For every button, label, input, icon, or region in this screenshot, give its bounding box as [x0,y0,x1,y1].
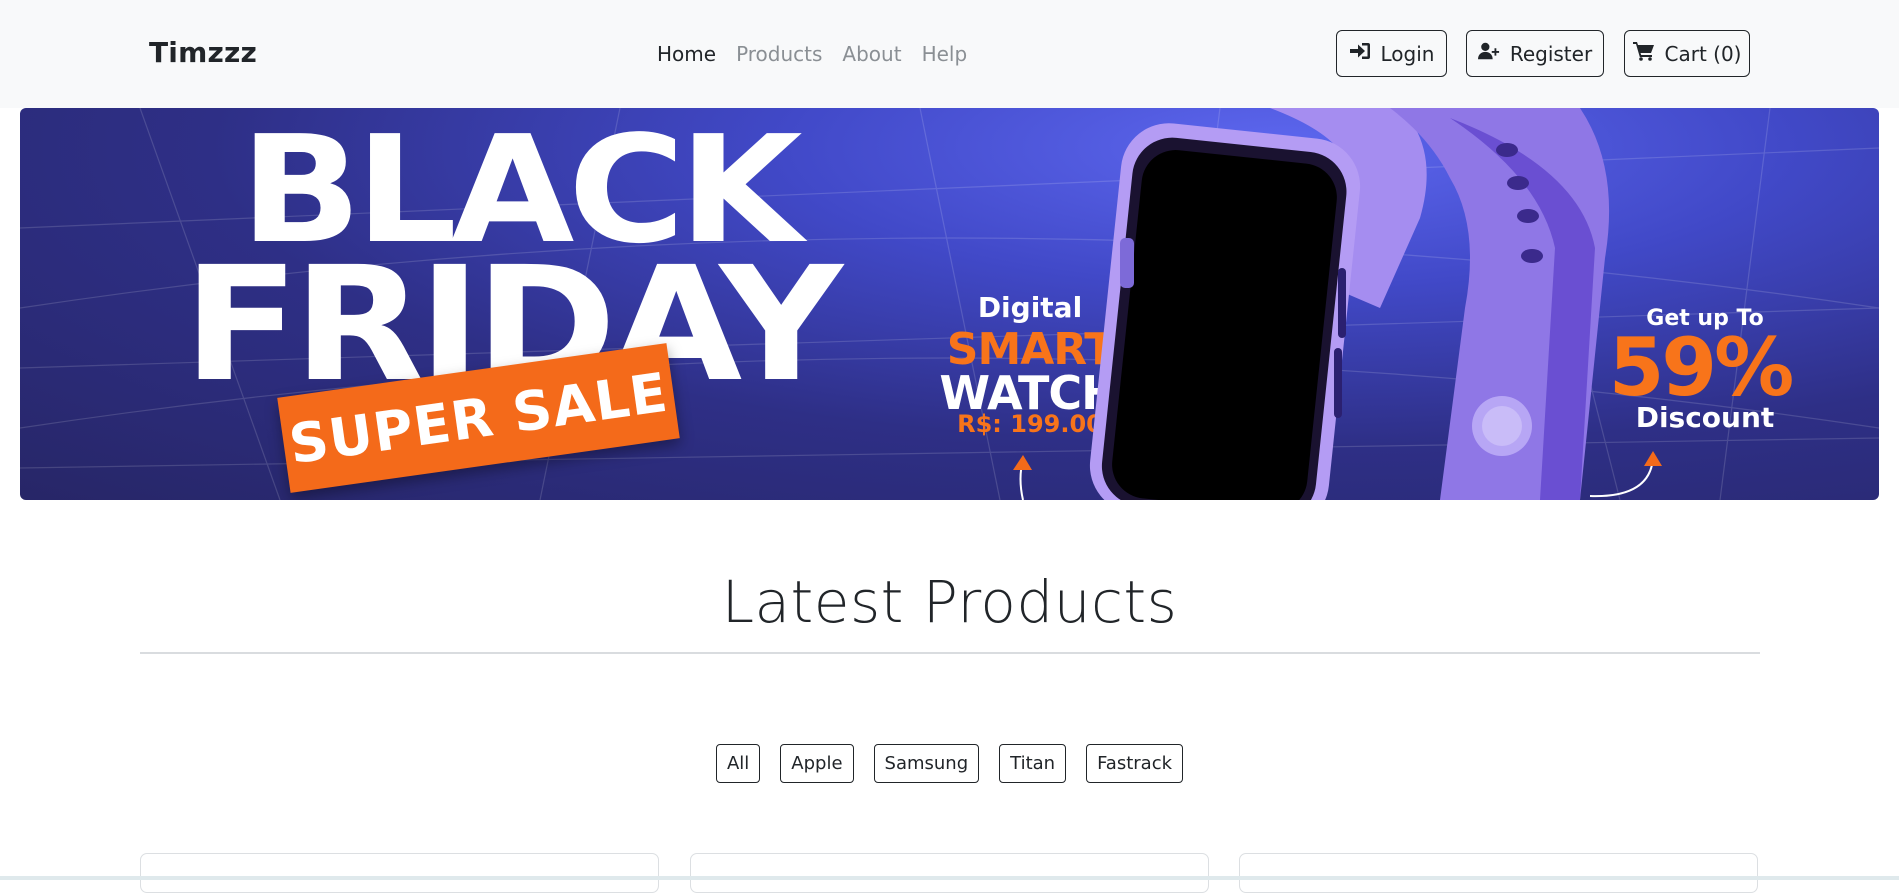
login-button[interactable]: Login [1336,30,1447,77]
cart-icon [1632,41,1655,66]
nav-link-products[interactable]: Products [736,42,822,66]
latest-products-title: Latest Products [721,568,1178,636]
product-card[interactable] [1239,853,1758,893]
register-label: Register [1509,41,1593,66]
filter-apple-button[interactable]: Apple [780,744,854,783]
cart-button[interactable]: Cart (0) [1624,30,1750,77]
offer-percent: 59% [1608,321,1794,414]
register-button[interactable]: Register [1466,30,1604,77]
section-divider [140,652,1760,654]
nav-link-about[interactable]: About [842,42,901,66]
top-navbar: Timzzz Home Products About Help Login Re… [0,0,1899,108]
filter-fastrack-button[interactable]: Fastrack [1086,744,1184,783]
product-card[interactable] [140,853,659,893]
sign-in-icon [1349,41,1371,66]
filter-samsung-button[interactable]: Samsung [873,744,980,783]
black-friday-banner[interactable]: BLACK FRIDAY SUPER SALE Digital SMART WA… [20,108,1879,500]
offer-discount: Discount [1635,401,1775,434]
horizontal-scrollbar[interactable] [0,876,1899,880]
nav-link-help[interactable]: Help [922,42,968,66]
user-plus-icon [1477,41,1500,66]
product-card[interactable] [690,853,1209,893]
cart-label: Cart (0) [1664,41,1742,66]
filter-titan-button[interactable]: Titan [999,744,1067,783]
brand-logo[interactable]: Timzzz [149,36,257,69]
nav-links: Home Products About Help [657,42,967,66]
smartwatch-illustration [1013,108,1662,500]
login-label: Login [1380,41,1435,66]
filter-all-button[interactable]: All [715,744,761,783]
nav-link-home[interactable]: Home [657,42,716,66]
brand-filter-bar: All Apple Samsung Titan Fastrack [0,744,1899,783]
